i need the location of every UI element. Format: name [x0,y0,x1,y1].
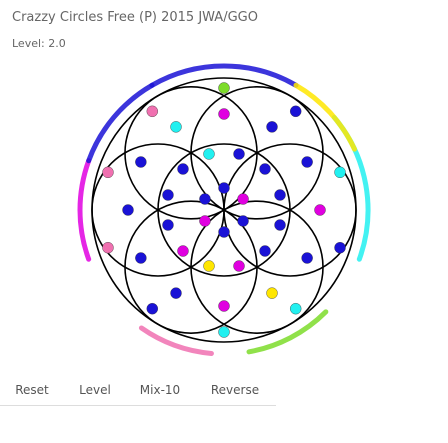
game-dot [301,156,313,168]
game-dot [102,242,114,254]
game-dot [199,193,211,205]
level-button[interactable]: Level [64,374,126,406]
game-dot [199,215,211,227]
puzzle-board[interactable] [0,60,448,360]
game-dot [203,148,215,160]
game-dot [135,252,147,264]
game-dot [237,193,249,205]
game-dot [162,189,174,201]
game-dot [146,303,158,315]
game-dot [266,121,278,133]
reset-button[interactable]: Reset [0,374,64,406]
game-dot [334,166,346,178]
game-dot [203,260,215,272]
game-dot [218,108,230,120]
game-dot [162,219,174,231]
game-dot [259,245,271,257]
outer-ring-arc [86,82,155,164]
game-dot [334,242,346,254]
game-dot [274,189,286,201]
game-dot [233,148,245,160]
outer-ring-arc [77,158,92,262]
game-dot [177,163,189,175]
game-dot [218,226,230,238]
reverse-button[interactable]: Reverse [194,374,276,406]
game-dot [135,156,147,168]
game-dot [237,215,249,227]
app-title: Crazzy Circles Free (P) 2015 JWA/GGO [12,10,258,25]
game-dot [170,121,182,133]
game-dot [314,204,326,216]
game-dot [122,204,134,216]
control-bar: Reset Level Mix-10 Reverse [0,374,448,414]
mix-10-button[interactable]: Mix-10 [126,374,194,406]
outer-ring-arc [293,82,358,152]
game-dot [274,219,286,231]
game-dot [290,303,302,315]
game-dot [301,252,313,264]
game-dot [290,105,302,117]
game-dot [146,105,158,117]
game-dot [218,300,230,312]
game-dot [177,245,189,257]
game-dot [259,163,271,175]
game-dot [218,182,230,194]
game-dot [170,287,182,299]
outer-ring-arc [246,309,329,355]
level-indicator: Level: 2.0 [12,37,66,50]
game-dot [102,166,114,178]
game-dot [233,260,245,272]
game-dot [218,82,230,94]
game-dot [266,287,278,299]
game-dot [218,326,230,338]
